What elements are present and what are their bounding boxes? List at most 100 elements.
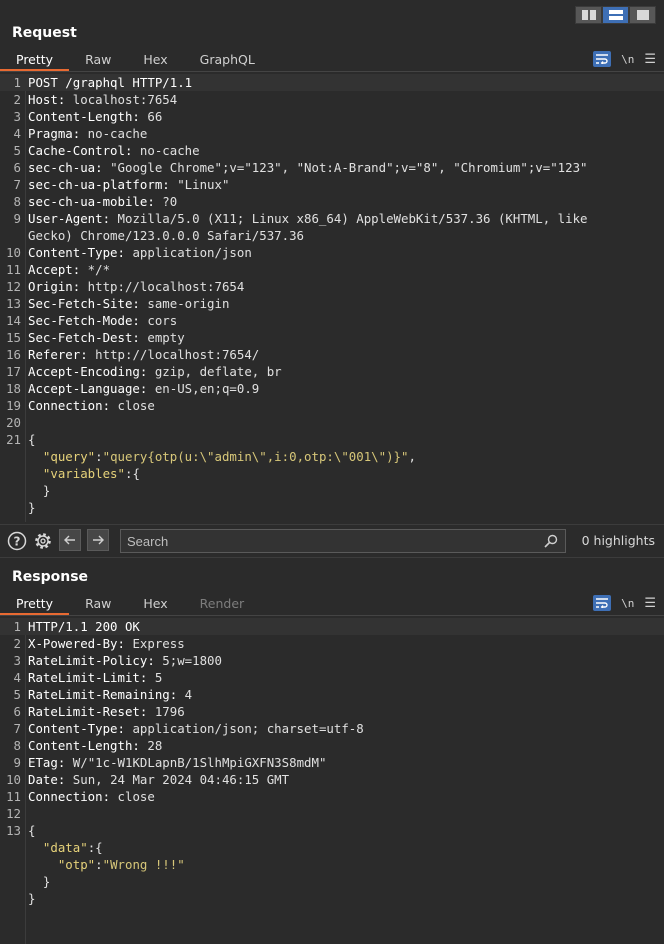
- layout-toggle-group: [575, 6, 656, 24]
- line-number: 16: [6, 347, 21, 362]
- code-line: 11 Accept: */*: [0, 261, 664, 278]
- arrow-left-icon: [64, 535, 75, 545]
- line-number: 12: [6, 279, 21, 294]
- code-line: 14 Sec-Fetch-Mode: cors: [0, 312, 664, 329]
- line-number: 1: [13, 619, 21, 634]
- next-match-button[interactable]: [87, 529, 109, 551]
- tab-response-pretty[interactable]: Pretty: [0, 593, 70, 615]
- code-text: HTTP/1.1 200 OK: [28, 618, 660, 635]
- code-token: HTTP/1.1 200 OK: [28, 619, 140, 634]
- line-number: 17: [6, 364, 21, 379]
- request-editor[interactable]: 1 POST /graphql HTTP/1.1 2 Host: localhost:…: [0, 74, 664, 522]
- code-token: Accept-Language:: [28, 381, 148, 396]
- code-text: Content-Type: application/json: [28, 244, 660, 261]
- line-number: 12: [6, 806, 21, 821]
- code-line: 8 Content-Length: 28: [0, 737, 664, 754]
- code-line: }: [0, 482, 664, 499]
- code-text: }: [28, 873, 660, 890]
- code-line: 5 Cache-Control: no-cache: [0, 142, 664, 159]
- code-token: Sun, 24 Mar 2024 04:46:15 GMT: [65, 772, 290, 787]
- line-number: 19: [6, 398, 21, 413]
- request-wrap-toggle[interactable]: [593, 51, 612, 67]
- code-token: close: [110, 398, 155, 413]
- search-input[interactable]: [120, 529, 566, 553]
- tab-request-pretty[interactable]: Pretty: [0, 49, 70, 71]
- highlights-count: 0 highlights: [581, 533, 655, 548]
- code-line: }: [0, 890, 664, 907]
- code-token: */*: [80, 262, 111, 277]
- code-line: 16 Referer: http://localhost:7654/: [0, 346, 664, 363]
- line-number: 13: [6, 823, 21, 838]
- layout-side-by-side-button[interactable]: [575, 6, 602, 24]
- code-text: "data":{: [28, 839, 660, 856]
- tab-response-render[interactable]: Render: [184, 593, 261, 615]
- hamburger-menu-icon[interactable]: ☰: [644, 52, 656, 67]
- code-token: gzip, deflate, br: [147, 364, 282, 379]
- code-token: Pragma:: [28, 126, 81, 141]
- response-wrap-toggle[interactable]: [593, 595, 612, 611]
- code-line: 5 RateLimit-Remaining: 4: [0, 686, 664, 703]
- code-text: {: [28, 822, 660, 839]
- tab-response-raw[interactable]: Raw: [69, 593, 127, 615]
- tab-request-raw[interactable]: Raw: [69, 49, 127, 71]
- code-token: {: [28, 432, 36, 447]
- code-text: Referer: http://localhost:7654/: [28, 346, 660, 363]
- response-editor[interactable]: 1 HTTP/1.1 200 OK 2 X-Powered-By: Express 3 R…: [0, 618, 664, 944]
- code-token: }: [28, 874, 51, 889]
- hamburger-menu-icon[interactable]: ☰: [644, 596, 656, 611]
- code-token: 5: [147, 670, 163, 685]
- line-number: 8: [13, 194, 21, 209]
- line-number: 4: [13, 126, 21, 141]
- code-text: }: [28, 482, 660, 499]
- code-line: 10 Date: Sun, 24 Mar 2024 04:46:15 GMT: [0, 771, 664, 788]
- code-token: 28: [139, 738, 163, 753]
- code-token: same-origin: [139, 296, 230, 311]
- tab-request-graphql[interactable]: GraphQL: [184, 49, 271, 71]
- request-tabs: Pretty Raw Hex GraphQL \n ☰: [0, 49, 664, 72]
- code-text: sec-ch-ua-platform: "Linux": [28, 176, 660, 193]
- code-text: RateLimit-Reset: 1796: [28, 703, 660, 720]
- code-text: Accept: */*: [28, 261, 660, 278]
- code-text: "otp":"Wrong !!!": [28, 856, 660, 873]
- code-text: Content-Length: 66: [28, 108, 660, 125]
- line-number: 13: [6, 296, 21, 311]
- gear-icon[interactable]: [33, 531, 53, 551]
- code-line: 2 X-Powered-By: Express: [0, 635, 664, 652]
- request-newline-toggle[interactable]: \n: [621, 53, 634, 66]
- code-line: 7 Content-Type: application/json; charset…: [0, 720, 664, 737]
- code-text: Content-Type: application/json; charset=…: [28, 720, 660, 737]
- line-number: 21: [6, 432, 21, 447]
- code-token: "Google Chrome";v="123", "Not:A-Brand";v…: [102, 160, 588, 175]
- layout-tabs-button[interactable]: [629, 6, 656, 24]
- code-line: 4 Pragma: no-cache: [0, 125, 664, 142]
- code-line: 19 Connection: close: [0, 397, 664, 414]
- search-icon: [544, 534, 558, 548]
- code-text: User-Agent: Mozilla/5.0 (X11; Linux x86_…: [28, 210, 660, 227]
- tab-request-hex[interactable]: Hex: [127, 49, 183, 71]
- response-newline-toggle[interactable]: \n: [621, 597, 634, 610]
- code-token: W/"1c-W1KDLapnB/1SlhMpiGXFN3S8mdM": [65, 755, 327, 770]
- code-token: Origin:: [28, 279, 81, 294]
- code-line: 13 Sec-Fetch-Site: same-origin: [0, 295, 664, 312]
- code-text: Cache-Control: no-cache: [28, 142, 660, 159]
- search-bar: ? 0 highlights: [0, 524, 664, 558]
- line-number: 4: [13, 670, 21, 685]
- code-token: empty: [139, 330, 185, 345]
- tab-response-hex[interactable]: Hex: [127, 593, 183, 615]
- code-text: Accept-Language: en-US,en;q=0.9: [28, 380, 660, 397]
- code-text: POST /graphql HTTP/1.1: [28, 74, 660, 91]
- help-icon[interactable]: ?: [7, 531, 27, 551]
- response-title: Response: [12, 569, 89, 585]
- line-number: 9: [13, 211, 21, 226]
- line-number: 8: [13, 738, 21, 753]
- code-token: en-US,en;q=0.9: [147, 381, 260, 396]
- code-line: 1 POST /graphql HTTP/1.1: [0, 74, 664, 91]
- code-line: }: [0, 873, 664, 890]
- code-text: Origin: http://localhost:7654: [28, 278, 660, 295]
- previous-match-button[interactable]: [59, 529, 81, 551]
- layout-stacked-button[interactable]: [602, 6, 629, 24]
- code-token: close: [110, 789, 155, 804]
